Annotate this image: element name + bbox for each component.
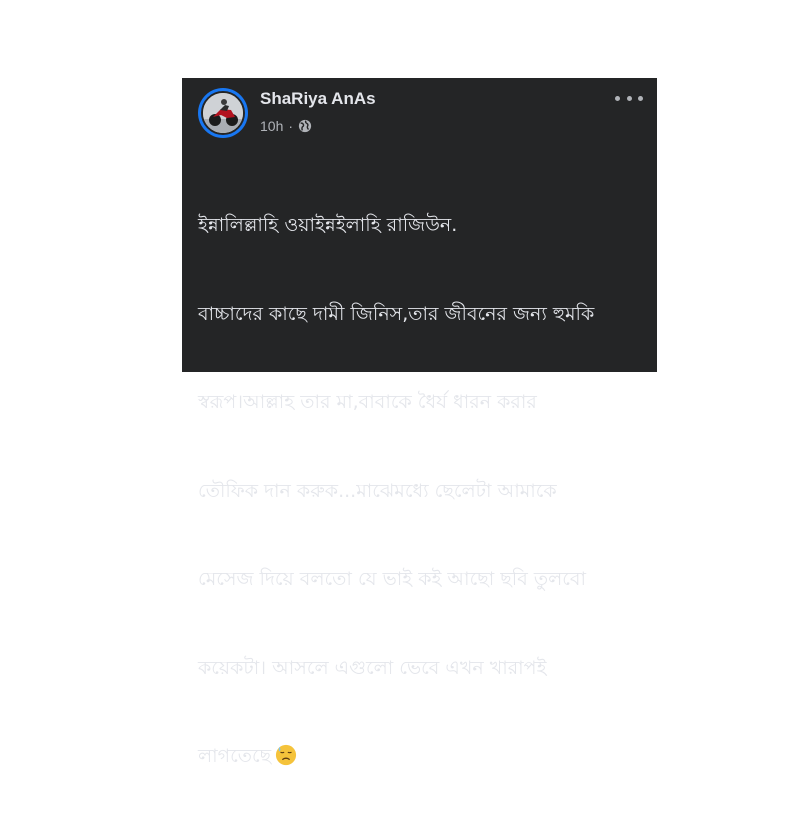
more-dot	[615, 95, 620, 101]
more-dot	[638, 95, 643, 101]
motorbike-rider-picture	[203, 93, 243, 133]
author-name[interactable]: ShaRiya AnAs	[260, 89, 376, 109]
facebook-post-card: ShaRiya AnAs 10h · ইন্নালিল্লাহি ওয়াইন্…	[182, 78, 657, 767]
post-text-line: মেসেজ দিয়ে বলতো যে ভাই কই আছো ছবি তুলবো	[198, 568, 586, 590]
post-text-line: স্বরূপ।আল্লাহ তার মা,বাবাকে ধৈর্য ধারন ক…	[198, 391, 537, 413]
meta-separator: ·	[288, 118, 294, 134]
post-meta: 10h ·	[260, 118, 312, 134]
avatar[interactable]	[198, 88, 248, 138]
downcast-face-with-sweat-emoji	[275, 744, 297, 766]
more-dot	[626, 95, 632, 101]
post-text-line: তৌফিক দান করুক...মাঝেমধ্যে ছেলেটা আমাকে	[198, 479, 557, 502]
post-text-line: বাচ্চাদের কাছে দামী জিনিস,তার জীবনের জন্…	[198, 302, 595, 325]
profile-photo	[201, 91, 245, 135]
post-timestamp[interactable]: 10h	[260, 118, 283, 134]
post-body: ইন্নালিল্লাহি ওয়াইন্নইলাহি রাজিউন. বাচ্…	[198, 152, 643, 831]
more-options-icon[interactable]	[615, 89, 643, 107]
post-last-line: লাগতেছে	[198, 742, 643, 772]
post-text-line: ইন্নালিল্লাহি ওয়াইন্নইলাহি রাজিউন.	[198, 214, 458, 236]
post-text-line: কয়েকটা। আসলে এগুলো ভেবে এখন খারাপই	[198, 656, 547, 679]
post-text-line: লাগতেছে	[198, 745, 272, 767]
globe-icon[interactable]	[298, 119, 312, 133]
